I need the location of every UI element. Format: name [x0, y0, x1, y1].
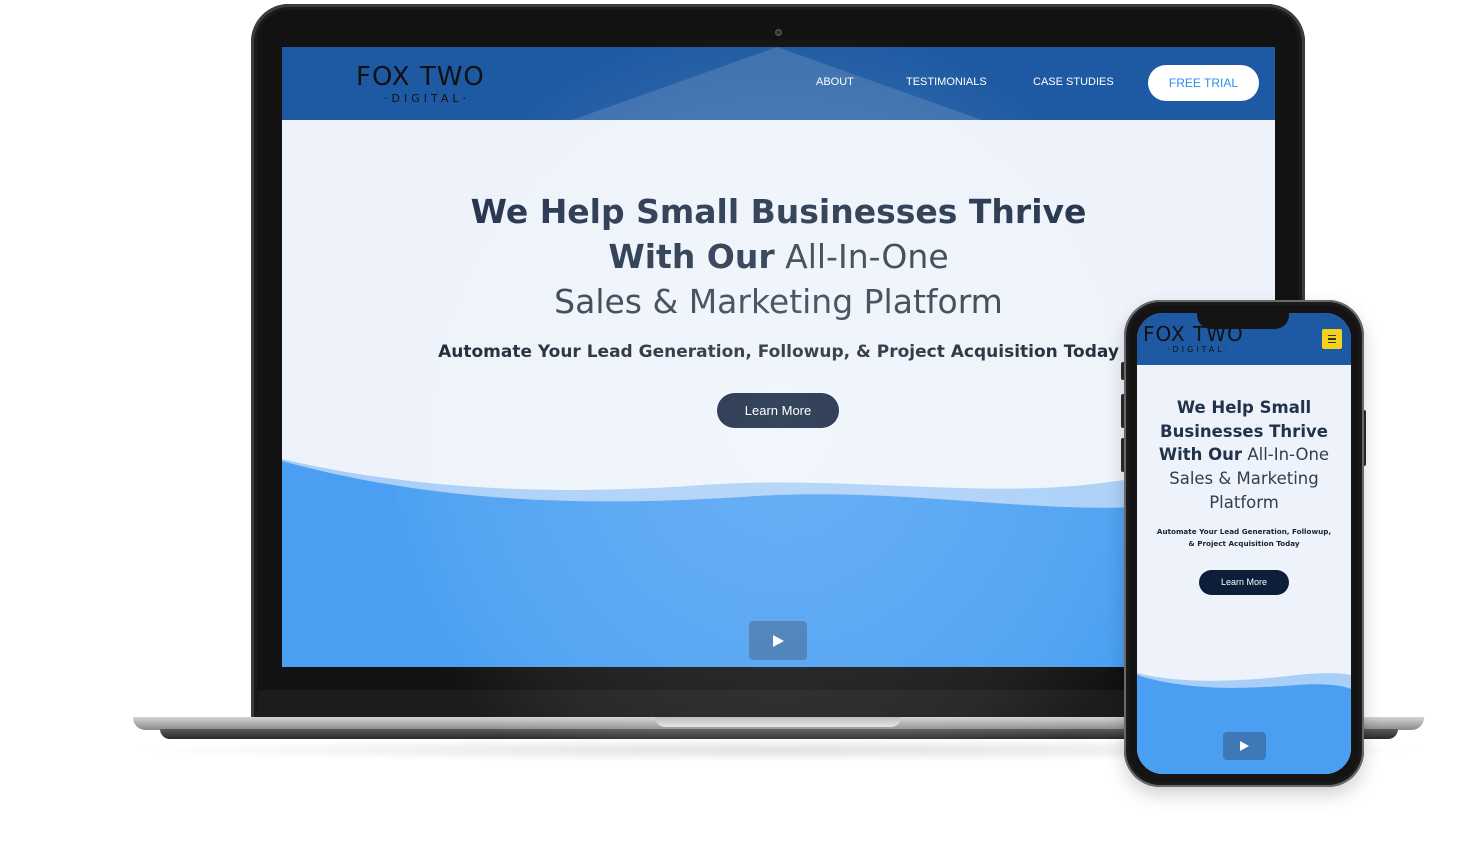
nav-case-studies[interactable]: CASE STUDIES — [1033, 76, 1114, 88]
mobile-hero-tagline-1: Automate Your Lead Generation, Followup, — [1156, 527, 1332, 536]
learn-more-button[interactable]: Learn More — [717, 393, 839, 428]
video-play-button[interactable] — [749, 621, 807, 660]
site-logo[interactable]: FOX TWO ·DIGITAL· — [356, 62, 526, 107]
hero-heading-line-2: With Our All-In-One — [608, 237, 949, 276]
phone-notch — [1197, 311, 1289, 329]
mobile-learn-more-button[interactable]: Learn More — [1199, 570, 1289, 595]
laptop-camera — [775, 29, 782, 36]
mobile-hero-line-4: Sales & Marketing — [1169, 469, 1319, 488]
hero-heading-line-1: We Help Small Businesses Thrive — [470, 192, 1087, 231]
logo-wordmark: FOX TWO — [356, 62, 485, 92]
phone-screen: FOX TWO ·DIGITAL· We Help Small Business… — [1137, 313, 1351, 774]
logo-tagline: ·DIGITAL· — [384, 92, 470, 105]
hamburger-menu-icon[interactable] — [1322, 329, 1342, 349]
nav-about[interactable]: ABOUT — [816, 76, 854, 88]
hero-heading-line-3: Sales & Marketing Platform — [554, 282, 1003, 321]
nav-testimonials[interactable]: TESTIMONIALS — [906, 76, 987, 88]
mobile-hero-line-3: With Our All-In-One — [1158, 445, 1330, 464]
mobile-video-play-button[interactable] — [1223, 732, 1266, 760]
laptop-opening-notch — [655, 717, 901, 727]
mobile-hero-line-5: Platform — [1209, 493, 1279, 512]
mobile-hero-line-1: We Help Small — [1176, 398, 1312, 417]
site-header: FOX TWO ·DIGITAL· ABOUT TESTIMONIALS CAS… — [282, 47, 1275, 120]
mobile-hero-line-2: Businesses Thrive — [1160, 422, 1328, 441]
play-icon — [772, 634, 784, 647]
mobile-play-icon — [1240, 741, 1249, 751]
free-trial-button[interactable]: FREE TRIAL — [1148, 65, 1259, 101]
mobile-hero-tagline-2: & Project Acquisition Today — [1188, 539, 1300, 548]
mobile-logo-tagline: ·DIGITAL· — [1167, 345, 1231, 354]
